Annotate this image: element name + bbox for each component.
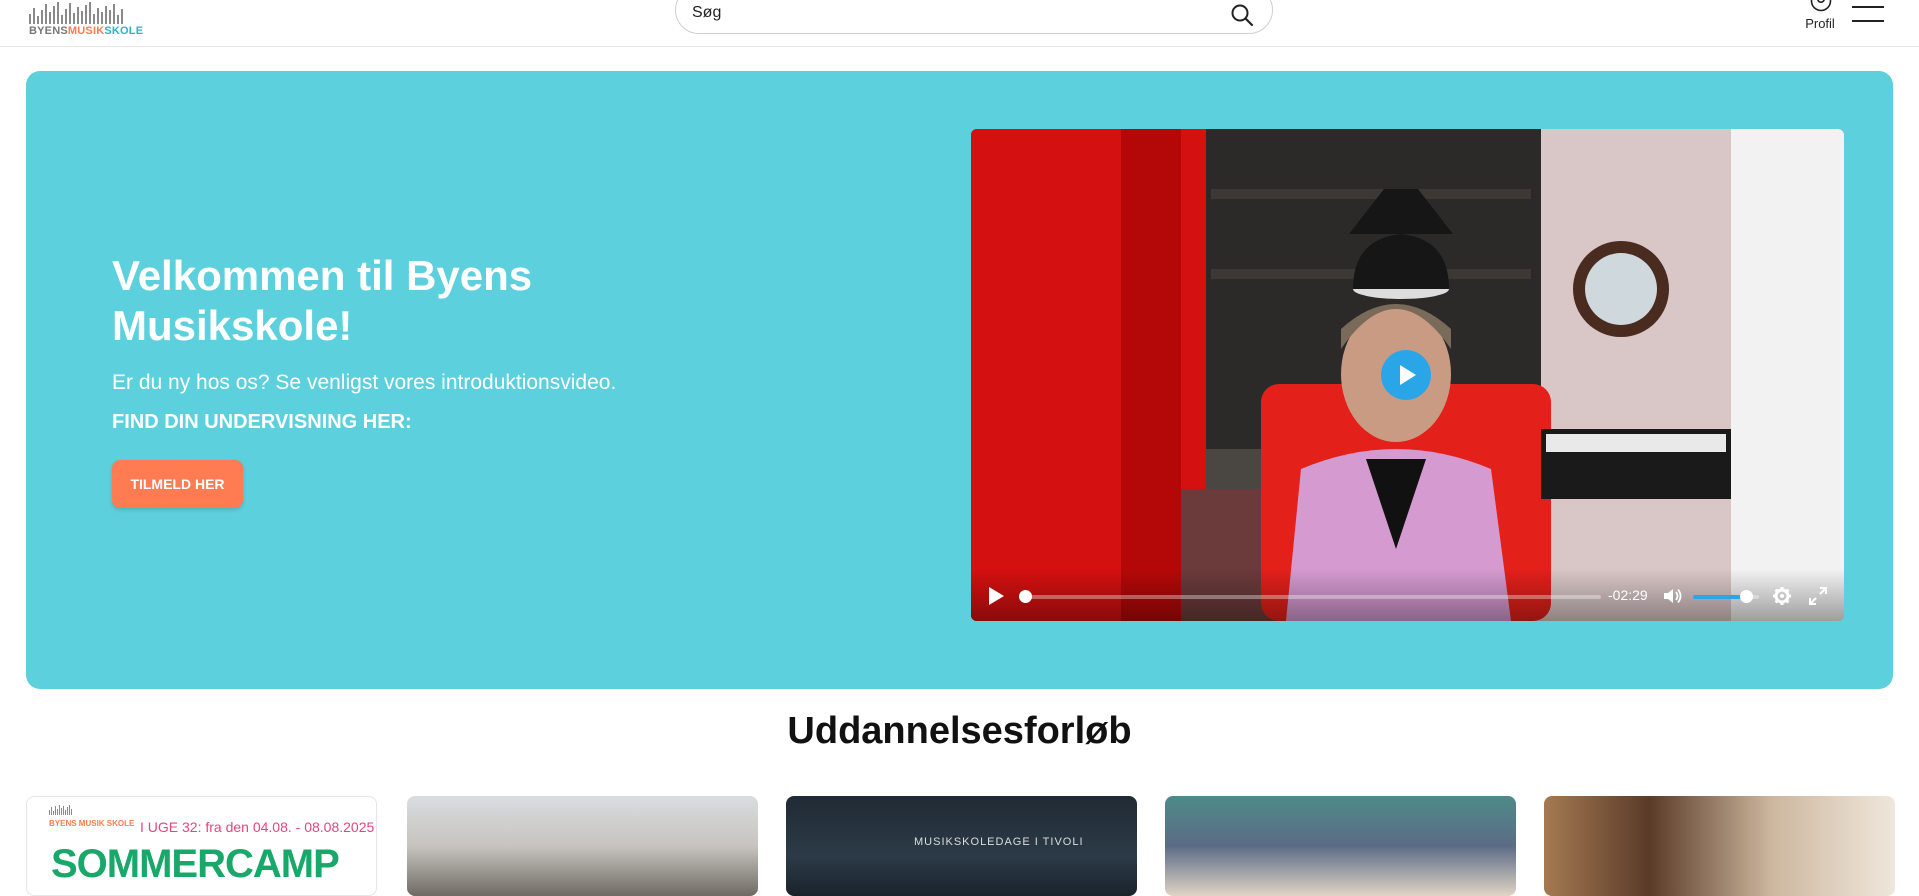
signup-button[interactable]: TILMELD HER — [112, 460, 243, 508]
play-icon[interactable] — [987, 587, 1005, 605]
profile-label: Profil — [1805, 16, 1835, 31]
profile-button[interactable]: Profil — [1796, 0, 1844, 36]
fullscreen-icon[interactable] — [1807, 585, 1829, 607]
site-logo[interactable]: BYENSMUSIKSKOLE — [29, 0, 154, 40]
section-title: Uddannelsesforløb — [787, 710, 1132, 752]
search-bar — [675, 0, 1273, 34]
card-headline: SOMMERCAMP — [51, 842, 340, 886]
card-logo-text: BYENS MUSIK SKOLE — [49, 819, 135, 828]
hero-title: Velkommen til Byens Musikskole! — [112, 252, 533, 349]
course-card-4[interactable] — [1165, 796, 1516, 896]
video-controls-bar: -02:29 — [971, 569, 1844, 621]
volume-fill — [1693, 595, 1746, 599]
logo-bars-graphic — [29, 2, 123, 24]
search-input[interactable] — [690, 1, 1214, 25]
course-card-list: BYENS MUSIK SKOLE I UGE 32: fra den 04.0… — [26, 796, 1896, 896]
gear-icon[interactable] — [1771, 585, 1793, 607]
course-card-5[interactable] — [1544, 796, 1895, 896]
volume-thumb[interactable] — [1739, 590, 1753, 603]
hero-find-label: FIND DIN UNDERVISNING HER: — [112, 411, 412, 433]
hamburger-icon[interactable] — [1848, 2, 1888, 26]
card-dates: I UGE 32: fra den 04.08. - 08.08.2025 — [140, 819, 375, 835]
logo-word-byens: BYENS — [29, 25, 68, 37]
card-logo-bars-graphic — [49, 805, 72, 815]
card-stage-text: MUSIKSKOLEDAGE I TIVOLI — [914, 836, 1084, 848]
course-card-2[interactable] — [407, 796, 758, 896]
course-card-sommercamp[interactable]: BYENS MUSIK SKOLE I UGE 32: fra den 04.0… — [26, 796, 377, 896]
logo-word-musik: MUSIK — [67, 25, 105, 37]
user-circle-icon — [1810, 0, 1832, 12]
video-play-overlay-button[interactable] — [1381, 350, 1431, 400]
site-header: BYENSMUSIKSKOLE Profil — [0, 0, 1919, 47]
logo-wordmark: BYENSMUSIKSKOLE — [29, 25, 143, 37]
logo-word-skole: SKOLE — [104, 25, 144, 37]
video-time-remaining: -02:29 — [1608, 587, 1648, 603]
hero-intro-text: Er du ny hos os? Se venligst vores intro… — [112, 371, 617, 394]
hero-banner: Velkommen til Byens Musikskole! Er du ny… — [26, 71, 1893, 689]
search-icon[interactable] — [1230, 3, 1254, 27]
volume-icon[interactable] — [1661, 585, 1683, 607]
video-seek-bar[interactable] — [1021, 595, 1601, 599]
course-card-3[interactable]: MUSIKSKOLEDAGE I TIVOLI — [786, 796, 1137, 896]
seek-thumb[interactable] — [1019, 590, 1032, 603]
intro-video-player[interactable]: -02:29 — [971, 129, 1844, 621]
